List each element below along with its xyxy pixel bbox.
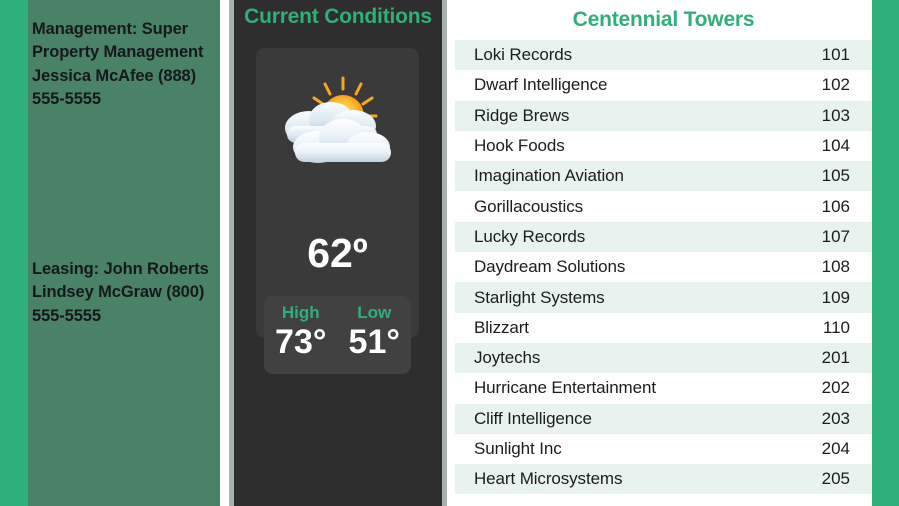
leasing-contact-text: Leasing: John Roberts Lindsey McGraw (80… bbox=[32, 260, 209, 325]
tenant-name: Sunlight Inc bbox=[474, 439, 562, 458]
sun-behind-cloud-icon bbox=[256, 66, 419, 176]
directory-row[interactable]: Imagination Aviation 105 bbox=[455, 161, 872, 192]
tenant-suite-number: 105 bbox=[821, 166, 850, 186]
weather-panel-title: Current Conditions bbox=[244, 5, 432, 28]
tenant-suite-number: 201 bbox=[821, 348, 850, 368]
right-accent-bar bbox=[872, 0, 899, 506]
low-label: Low bbox=[357, 303, 392, 322]
tenant-suite-number: 202 bbox=[821, 378, 850, 398]
tenant-name: Dwarf Intelligence bbox=[474, 75, 608, 95]
tenant-name: Imagination Aviation bbox=[474, 166, 624, 186]
directory-row[interactable]: Blizzart 110 bbox=[455, 312, 872, 343]
directory-row[interactable]: Daydream Solutions 108 bbox=[455, 252, 872, 283]
directory-row-list: Loki Records 101 Dwarf Intelligence 102 Ridg… bbox=[455, 40, 872, 495]
tenant-name: Heart Microsystems bbox=[474, 469, 623, 489]
panel-gutter-white-right bbox=[447, 0, 455, 506]
tenant-name: Lucky Records bbox=[474, 226, 586, 246]
high-value: 73° bbox=[275, 322, 327, 361]
directory-row[interactable]: Gorillacoustics 106 bbox=[455, 191, 872, 222]
tenant-name: Ridge Brews bbox=[474, 105, 570, 125]
tenant-suite-number: 110 bbox=[822, 317, 850, 337]
tenant-suite-number: 203 bbox=[821, 408, 850, 428]
tenant-suite-number: 102 bbox=[821, 75, 850, 95]
tenant-name: Blizzart bbox=[474, 317, 529, 337]
directory-row[interactable]: Sunlight Inc 204 bbox=[455, 433, 872, 465]
tenant-suite-number: 109 bbox=[821, 287, 850, 307]
tenant-suite-number: 101 bbox=[821, 45, 850, 65]
directory-row[interactable]: Loki Records 101 bbox=[455, 40, 872, 71]
directory-row[interactable]: Lucky Records 107 bbox=[455, 221, 872, 253]
tenant-suite-number: 106 bbox=[821, 196, 850, 216]
tenant-suite-number: 205 bbox=[821, 469, 850, 489]
directory-row[interactable]: Heart Microsystems 205 bbox=[455, 464, 872, 495]
contact-panel: Management: Super Property Management Je… bbox=[28, 0, 220, 506]
directory-row[interactable]: Starlight Systems 109 bbox=[455, 282, 872, 313]
weather-panel: Current Conditions 62º High 73° Low 51° bbox=[234, 0, 653, 506]
lobby-directory-display: Management: Super Property Management Je… bbox=[0, 0, 899, 506]
current-temperature: 62º bbox=[307, 230, 368, 276]
tenant-suite-number: 107 bbox=[821, 226, 850, 246]
tenant-suite-number: 103 bbox=[821, 105, 850, 125]
tenant-directory-panel: Centennial Towers Loki Records 101 Dwarf I… bbox=[455, 0, 872, 506]
tenant-name: Hook Foods bbox=[474, 136, 565, 156]
high-low-card: High 73° Low 51° bbox=[264, 296, 411, 374]
tenant-name: Joytechs bbox=[474, 348, 541, 368]
high-temp-group: High 73° bbox=[264, 296, 338, 374]
management-contact-text: Management: Super Property Management Je… bbox=[32, 20, 204, 109]
tenant-suite-number: 108 bbox=[821, 257, 850, 277]
tenant-name: Cliff Intelligence bbox=[474, 408, 592, 428]
tenant-suite-number: 204 bbox=[821, 439, 850, 458]
tenant-name: Hurricane Entertainment bbox=[474, 378, 656, 398]
panel-gutter-white-left bbox=[220, 0, 229, 506]
tenant-name: Daydream Solutions bbox=[474, 257, 626, 277]
high-label: High bbox=[281, 303, 320, 322]
directory-title: Centennial Towers bbox=[572, 8, 755, 31]
tenant-name: Loki Records bbox=[474, 45, 573, 65]
current-conditions-card: 62º High 73° Low 51° bbox=[256, 48, 419, 374]
tenant-suite-number: 104 bbox=[821, 136, 850, 156]
directory-row[interactable]: Joytechs 201 bbox=[455, 342, 872, 374]
tenant-name: Gorillacoustics bbox=[474, 196, 584, 216]
directory-row[interactable]: Dwarf Intelligence 102 bbox=[455, 70, 872, 101]
directory-row[interactable]: Hurricane Entertainment 202 bbox=[455, 373, 872, 404]
low-temp-group: Low 51° bbox=[338, 296, 412, 374]
low-value: 51° bbox=[348, 322, 400, 361]
tenant-name: Starlight Systems bbox=[474, 287, 605, 307]
directory-row[interactable]: Ridge Brews 103 bbox=[455, 100, 872, 131]
directory-row[interactable]: Hook Foods 104 bbox=[455, 130, 872, 162]
directory-row[interactable]: Cliff Intelligence 203 bbox=[455, 403, 872, 434]
